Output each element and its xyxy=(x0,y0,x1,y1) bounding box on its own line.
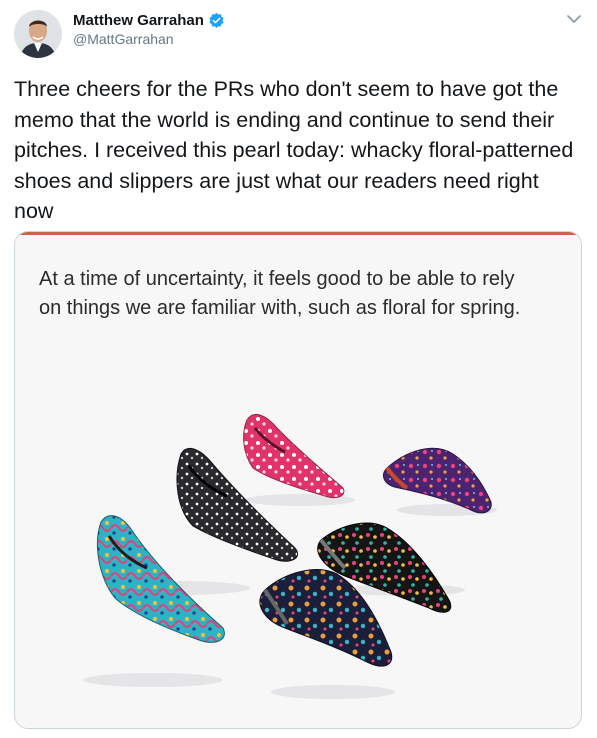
tweet: Matthew Garrahan @MattGarrahan Three che… xyxy=(0,0,597,738)
handle[interactable]: @MattGarrahan xyxy=(73,31,225,47)
avatar[interactable] xyxy=(14,10,62,58)
avatar-image xyxy=(14,10,62,58)
tweet-text: Three cheers for the PRs who don't seem … xyxy=(14,77,574,223)
media-card[interactable]: At a time of uncertainty, it feels good … xyxy=(14,231,582,729)
media-top-strip xyxy=(15,232,581,235)
verified-badge-icon xyxy=(209,12,224,29)
floral-shoes-image xyxy=(83,413,497,699)
tweet-author: Matthew Garrahan @MattGarrahan xyxy=(73,12,225,47)
chevron-down-icon[interactable] xyxy=(567,14,581,24)
media-caption: At a time of uncertainty, it feels good … xyxy=(39,268,521,319)
display-name[interactable]: Matthew Garrahan xyxy=(73,12,204,29)
